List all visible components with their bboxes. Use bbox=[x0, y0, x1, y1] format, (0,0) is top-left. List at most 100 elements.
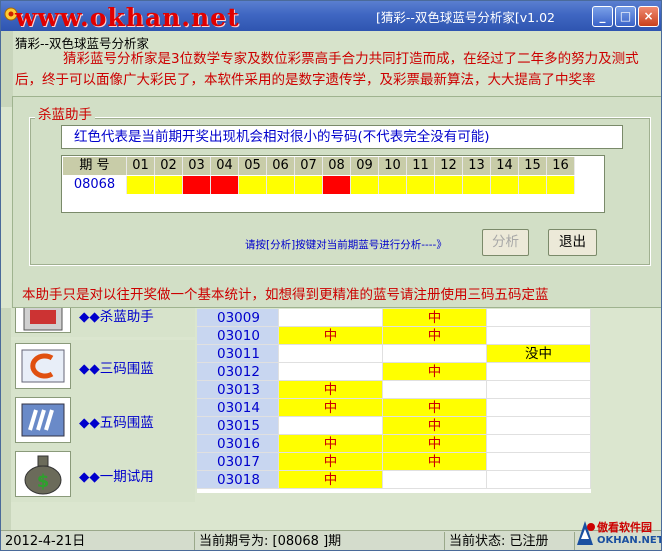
site-logo: 傲看软件园 OKHAN.NET bbox=[571, 515, 662, 550]
row-mark: 中 bbox=[383, 435, 487, 453]
minimize-button[interactable]: _ bbox=[592, 6, 613, 27]
grid-cell-red bbox=[323, 176, 351, 194]
app-window: www.okhan.net [猜彩--双色球蓝号分析家[v1.02 _ □ × … bbox=[0, 0, 662, 551]
dialog-caption: 杀蓝助手 bbox=[35, 103, 95, 123]
row-mark: 中 bbox=[383, 417, 487, 435]
grid-header-number: 15 bbox=[519, 157, 547, 175]
five-code-icon bbox=[15, 397, 71, 443]
row-mark bbox=[487, 381, 591, 399]
grid-cell-yellow bbox=[435, 176, 463, 194]
row-mark bbox=[279, 417, 383, 435]
grid-header-number: 14 bbox=[491, 157, 519, 175]
grid-cell-yellow bbox=[379, 176, 407, 194]
table-row: 03017 中中 bbox=[197, 453, 591, 471]
row-issue: 03015 bbox=[197, 417, 279, 435]
grid-header-number: 16 bbox=[547, 157, 575, 175]
close-button[interactable]: × bbox=[638, 6, 659, 27]
logo-text-en: OKHAN.NET bbox=[597, 535, 662, 546]
grid-cell-yellow bbox=[407, 176, 435, 194]
row-mark bbox=[279, 363, 383, 381]
row-mark bbox=[383, 345, 487, 363]
sidebar-item-five-code[interactable]: ◆◆五码围蓝 bbox=[11, 394, 195, 448]
grid-cell-yellow bbox=[295, 176, 323, 194]
money-bag-icon: $ bbox=[15, 451, 71, 497]
row-mark: 中 bbox=[279, 381, 383, 399]
kill-blue-dialog: 杀蓝助手 红色代表是当前期开奖出现机会相对很小的号码(不代表完全没有可能) 期 … bbox=[12, 96, 661, 308]
grid-header-number: 11 bbox=[407, 157, 435, 175]
grid-cell-yellow bbox=[519, 176, 547, 194]
grid-cell-red bbox=[211, 176, 239, 194]
logo-text-cn: 傲看软件园 bbox=[597, 521, 652, 534]
row-mark bbox=[487, 471, 591, 489]
analyze-hint: 请按[分析]按键对当前期蓝号进行分析----》 bbox=[245, 239, 447, 251]
row-mark bbox=[487, 435, 591, 453]
three-code-icon bbox=[15, 343, 71, 389]
grid-header-number: 12 bbox=[435, 157, 463, 175]
sidebar-left-strip bbox=[1, 308, 11, 530]
sidebar-item-money-bag[interactable]: $ ◆◆一期试用 bbox=[11, 448, 195, 502]
row-mark: 中 bbox=[279, 399, 383, 417]
grid-header-number: 13 bbox=[463, 157, 491, 175]
grid-cell-yellow bbox=[351, 176, 379, 194]
grid-cell-yellow bbox=[491, 176, 519, 194]
row-mark bbox=[383, 471, 487, 489]
status-current-issue: 当前期号为: [08068 ]期 bbox=[195, 532, 445, 550]
row-issue: 03016 bbox=[197, 435, 279, 453]
grid-cell-yellow bbox=[267, 176, 295, 194]
row-issue: 03013 bbox=[197, 381, 279, 399]
row-mark: 中 bbox=[383, 453, 487, 471]
table-row: 03010 中中 bbox=[197, 327, 591, 345]
history-right-area bbox=[591, 309, 661, 493]
row-mark bbox=[487, 399, 591, 417]
table-row: 03009 中 bbox=[197, 309, 591, 327]
logo-icon bbox=[577, 521, 595, 545]
sidebar-item-three-code[interactable]: ◆◆三码围蓝 bbox=[11, 340, 195, 394]
status-bar: 2012-4-21日 当前期号为: [08068 ]期 当前状态: 已注册 bbox=[1, 530, 661, 550]
sidebar-item-label: ◆◆一期试用 bbox=[79, 469, 154, 485]
grid-cell-yellow bbox=[127, 176, 155, 194]
row-issue: 03018 bbox=[197, 471, 279, 489]
grid-header-issue: 期 号 bbox=[63, 157, 127, 175]
grid-cell-yellow bbox=[239, 176, 267, 194]
status-date: 2012-4-21日 bbox=[1, 532, 195, 550]
row-mark: 中 bbox=[279, 327, 383, 345]
table-row: 03013 中 bbox=[197, 381, 591, 399]
sidebar-item-label: ◆◆五码围蓝 bbox=[79, 415, 154, 431]
sidebar-item-label: ◆◆三码围蓝 bbox=[79, 361, 154, 377]
row-mark: 中 bbox=[279, 471, 383, 489]
maximize-button[interactable]: □ bbox=[615, 6, 636, 27]
history-table: 03009 中 03010 中中 03011 没中 03012 中 03013 中 03014 中中 0… bbox=[197, 309, 591, 493]
row-issue: 03012 bbox=[197, 363, 279, 381]
grid-header-number: 07 bbox=[295, 157, 323, 175]
exit-button[interactable]: 退出 bbox=[548, 229, 597, 256]
row-issue: 03017 bbox=[197, 453, 279, 471]
table-row: 03018 中 bbox=[197, 471, 591, 489]
grid-header-number: 05 bbox=[239, 157, 267, 175]
row-mark bbox=[279, 309, 383, 327]
row-mark: 中 bbox=[279, 453, 383, 471]
grid-header-number: 06 bbox=[267, 157, 295, 175]
title-bar[interactable]: www.okhan.net [猜彩--双色球蓝号分析家[v1.02 _ □ × bbox=[1, 1, 661, 32]
intro-text: 猜彩蓝号分析家是3位数学专家及数位彩票高手合力共同打造而成，在经过了二年多的努力… bbox=[15, 51, 639, 88]
row-mark bbox=[383, 381, 487, 399]
analyze-button[interactable]: 分析 bbox=[482, 229, 529, 256]
row-mark bbox=[487, 453, 591, 471]
blue-number-grid: 期 号 08068 01 02 03 04 05 06 07 08 09 10 11 12 13 14 15 16 bbox=[61, 155, 605, 213]
table-row: 03014 中中 bbox=[197, 399, 591, 417]
grid-cell-yellow bbox=[547, 176, 575, 194]
grid-header-number: 02 bbox=[155, 157, 183, 175]
row-mark bbox=[487, 309, 591, 327]
grid-cell-red bbox=[183, 176, 211, 194]
grid-header-number: 10 bbox=[379, 157, 407, 175]
row-issue: 03010 bbox=[197, 327, 279, 345]
grid-cell-yellow bbox=[463, 176, 491, 194]
table-row: 03016 中中 bbox=[197, 435, 591, 453]
grid-cell-yellow bbox=[155, 176, 183, 194]
row-mark: 中 bbox=[279, 435, 383, 453]
row-mark: 没中 bbox=[487, 345, 591, 363]
row-issue: 03011 bbox=[197, 345, 279, 363]
grid-header-number: 04 bbox=[211, 157, 239, 175]
row-mark: 中 bbox=[383, 327, 487, 345]
row-mark bbox=[487, 363, 591, 381]
grid-header-number: 01 bbox=[127, 157, 155, 175]
